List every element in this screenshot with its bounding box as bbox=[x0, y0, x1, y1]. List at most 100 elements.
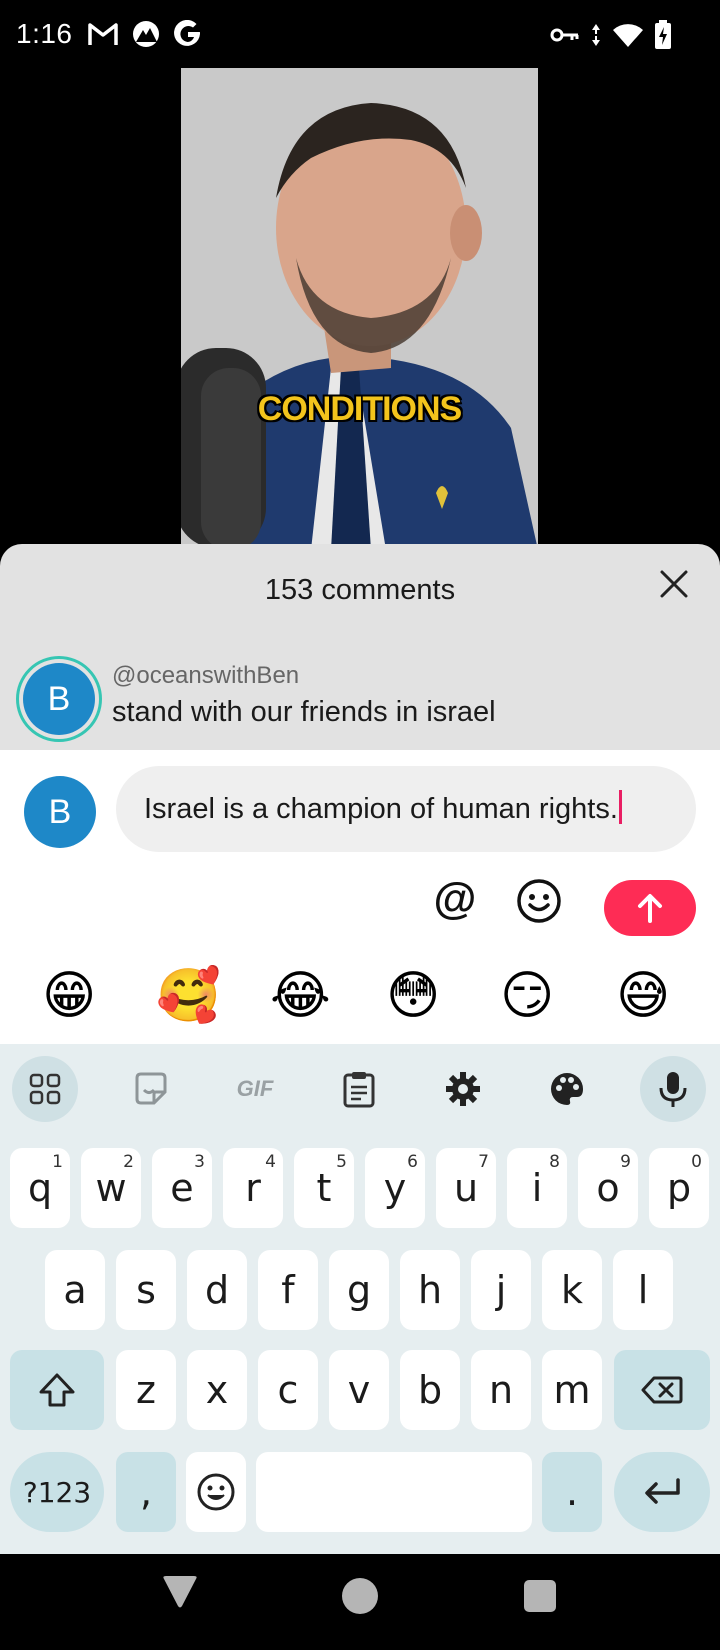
key-v[interactable]: v bbox=[329, 1350, 389, 1430]
quick-emoji[interactable]: 🥰 bbox=[156, 966, 221, 1026]
key-label: w bbox=[95, 1166, 127, 1210]
key-s[interactable]: s bbox=[116, 1250, 176, 1330]
key-label: o bbox=[596, 1166, 620, 1210]
comment-username[interactable]: @oceanswithBen bbox=[112, 662, 299, 690]
close-icon bbox=[660, 570, 688, 598]
comment-input[interactable]: Israel is a champion of human rights. bbox=[116, 766, 696, 852]
key-label: u bbox=[453, 1166, 479, 1210]
comments-sheet: 153 comments B @oceanswithBen stand with… bbox=[0, 544, 720, 750]
home-button[interactable] bbox=[342, 1578, 378, 1614]
key-c[interactable]: c bbox=[258, 1350, 318, 1430]
quick-emoji[interactable]: 😅 bbox=[616, 966, 670, 1026]
enter-icon bbox=[645, 1478, 680, 1504]
key-r[interactable]: r4 bbox=[223, 1148, 283, 1228]
gif-button[interactable]: GIF bbox=[222, 1056, 288, 1122]
key-g[interactable]: g bbox=[329, 1250, 389, 1330]
key-d[interactable]: d bbox=[187, 1250, 247, 1330]
key-y[interactable]: y6 bbox=[365, 1148, 425, 1228]
backspace-key[interactable] bbox=[614, 1350, 710, 1430]
key-l[interactable]: l bbox=[613, 1250, 673, 1330]
key-a[interactable]: a bbox=[45, 1250, 105, 1330]
user-avatar: B bbox=[24, 776, 96, 848]
video-frame bbox=[181, 68, 538, 550]
period-key[interactable]: . bbox=[542, 1452, 602, 1532]
key-n[interactable]: n bbox=[471, 1350, 531, 1430]
key-w[interactable]: w2 bbox=[81, 1148, 141, 1228]
comment-avatar[interactable]: B bbox=[16, 656, 102, 742]
theme-button[interactable] bbox=[534, 1056, 600, 1122]
emoji-picker-button[interactable] bbox=[516, 878, 562, 924]
gmail-icon bbox=[88, 21, 118, 52]
comments-count-title: 153 comments bbox=[264, 574, 456, 606]
symbols-key[interactable]: ?123 bbox=[10, 1452, 104, 1532]
key-i[interactable]: i8 bbox=[507, 1148, 567, 1228]
key-label: q bbox=[27, 1166, 53, 1210]
comment-item[interactable]: B @oceanswithBen stand with our friends … bbox=[16, 656, 706, 746]
key-hint: 7 bbox=[478, 1152, 489, 1172]
shift-key[interactable] bbox=[10, 1350, 104, 1430]
key-hint: 4 bbox=[265, 1152, 276, 1172]
key-label: e bbox=[170, 1166, 194, 1210]
palette-icon bbox=[551, 1073, 583, 1105]
key-p[interactable]: p0 bbox=[649, 1148, 709, 1228]
key-f[interactable]: f bbox=[258, 1250, 318, 1330]
key-k[interactable]: k bbox=[542, 1250, 602, 1330]
key-label: p bbox=[666, 1166, 692, 1210]
key-t[interactable]: t5 bbox=[294, 1148, 354, 1228]
gif-icon: GIF bbox=[236, 1076, 274, 1101]
backspace-icon bbox=[641, 1376, 683, 1404]
video-player[interactable]: CONDITIONS bbox=[181, 68, 538, 550]
key-o[interactable]: o9 bbox=[578, 1148, 638, 1228]
key-b[interactable]: b bbox=[400, 1350, 460, 1430]
quick-emoji[interactable]: 😳 bbox=[386, 966, 440, 1026]
key-h[interactable]: h bbox=[400, 1250, 460, 1330]
comment-input-value: Israel is a champion of human rights. bbox=[144, 793, 618, 825]
apps-grid-icon bbox=[29, 1073, 61, 1105]
mention-button[interactable]: @ bbox=[432, 876, 478, 922]
comma-key[interactable]: , bbox=[116, 1452, 176, 1532]
data-arrows-icon bbox=[590, 22, 602, 53]
comment-composer: B Israel is a champion of human rights. … bbox=[0, 750, 720, 1044]
comment-input-text: Israel is a champion of human rights. bbox=[144, 790, 622, 826]
gear-icon bbox=[446, 1072, 480, 1106]
clipboard-button[interactable] bbox=[326, 1056, 392, 1122]
voice-input-button[interactable] bbox=[640, 1056, 706, 1122]
send-button[interactable] bbox=[604, 880, 696, 936]
key-j[interactable]: j bbox=[471, 1250, 531, 1330]
shift-icon bbox=[39, 1373, 75, 1407]
space-key[interactable] bbox=[256, 1452, 532, 1532]
vpn-key-icon bbox=[550, 25, 580, 50]
close-comments-button[interactable] bbox=[656, 566, 692, 602]
key-e[interactable]: e3 bbox=[152, 1148, 212, 1228]
key-label: r bbox=[245, 1166, 261, 1210]
quick-emoji[interactable]: 😁 bbox=[42, 966, 96, 1026]
settings-button[interactable] bbox=[430, 1056, 496, 1122]
quick-emoji-row: 😁 🥰 😂 😳 😏 😅 bbox=[0, 962, 720, 1042]
emoji-key[interactable] bbox=[186, 1452, 246, 1532]
key-x[interactable]: x bbox=[187, 1350, 247, 1430]
app-icon bbox=[132, 20, 160, 53]
quick-emoji[interactable]: 😏 bbox=[500, 966, 554, 1026]
recents-button[interactable] bbox=[524, 1580, 556, 1612]
apps-grid-button[interactable] bbox=[12, 1056, 78, 1122]
sticker-icon bbox=[135, 1072, 167, 1105]
key-hint: 9 bbox=[620, 1152, 631, 1172]
text-caret bbox=[618, 790, 622, 824]
key-label: y bbox=[383, 1166, 407, 1210]
quick-emoji[interactable]: 😂 bbox=[270, 966, 331, 1026]
key-hint: 5 bbox=[336, 1152, 347, 1172]
emoji-icon bbox=[197, 1473, 235, 1511]
back-button[interactable] bbox=[162, 1576, 198, 1615]
sticker-button[interactable] bbox=[118, 1056, 184, 1122]
key-hint: 0 bbox=[691, 1152, 702, 1172]
key-u[interactable]: u7 bbox=[436, 1148, 496, 1228]
status-bar: 1:16 bbox=[0, 0, 720, 70]
key-label: i bbox=[531, 1166, 543, 1210]
enter-key[interactable] bbox=[614, 1452, 710, 1532]
smiley-icon bbox=[517, 879, 561, 923]
key-q[interactable]: q1 bbox=[10, 1148, 70, 1228]
keyboard-toolbar: GIF bbox=[0, 1044, 720, 1130]
key-hint: 3 bbox=[194, 1152, 205, 1172]
key-m[interactable]: m bbox=[542, 1350, 602, 1430]
key-z[interactable]: z bbox=[116, 1350, 176, 1430]
